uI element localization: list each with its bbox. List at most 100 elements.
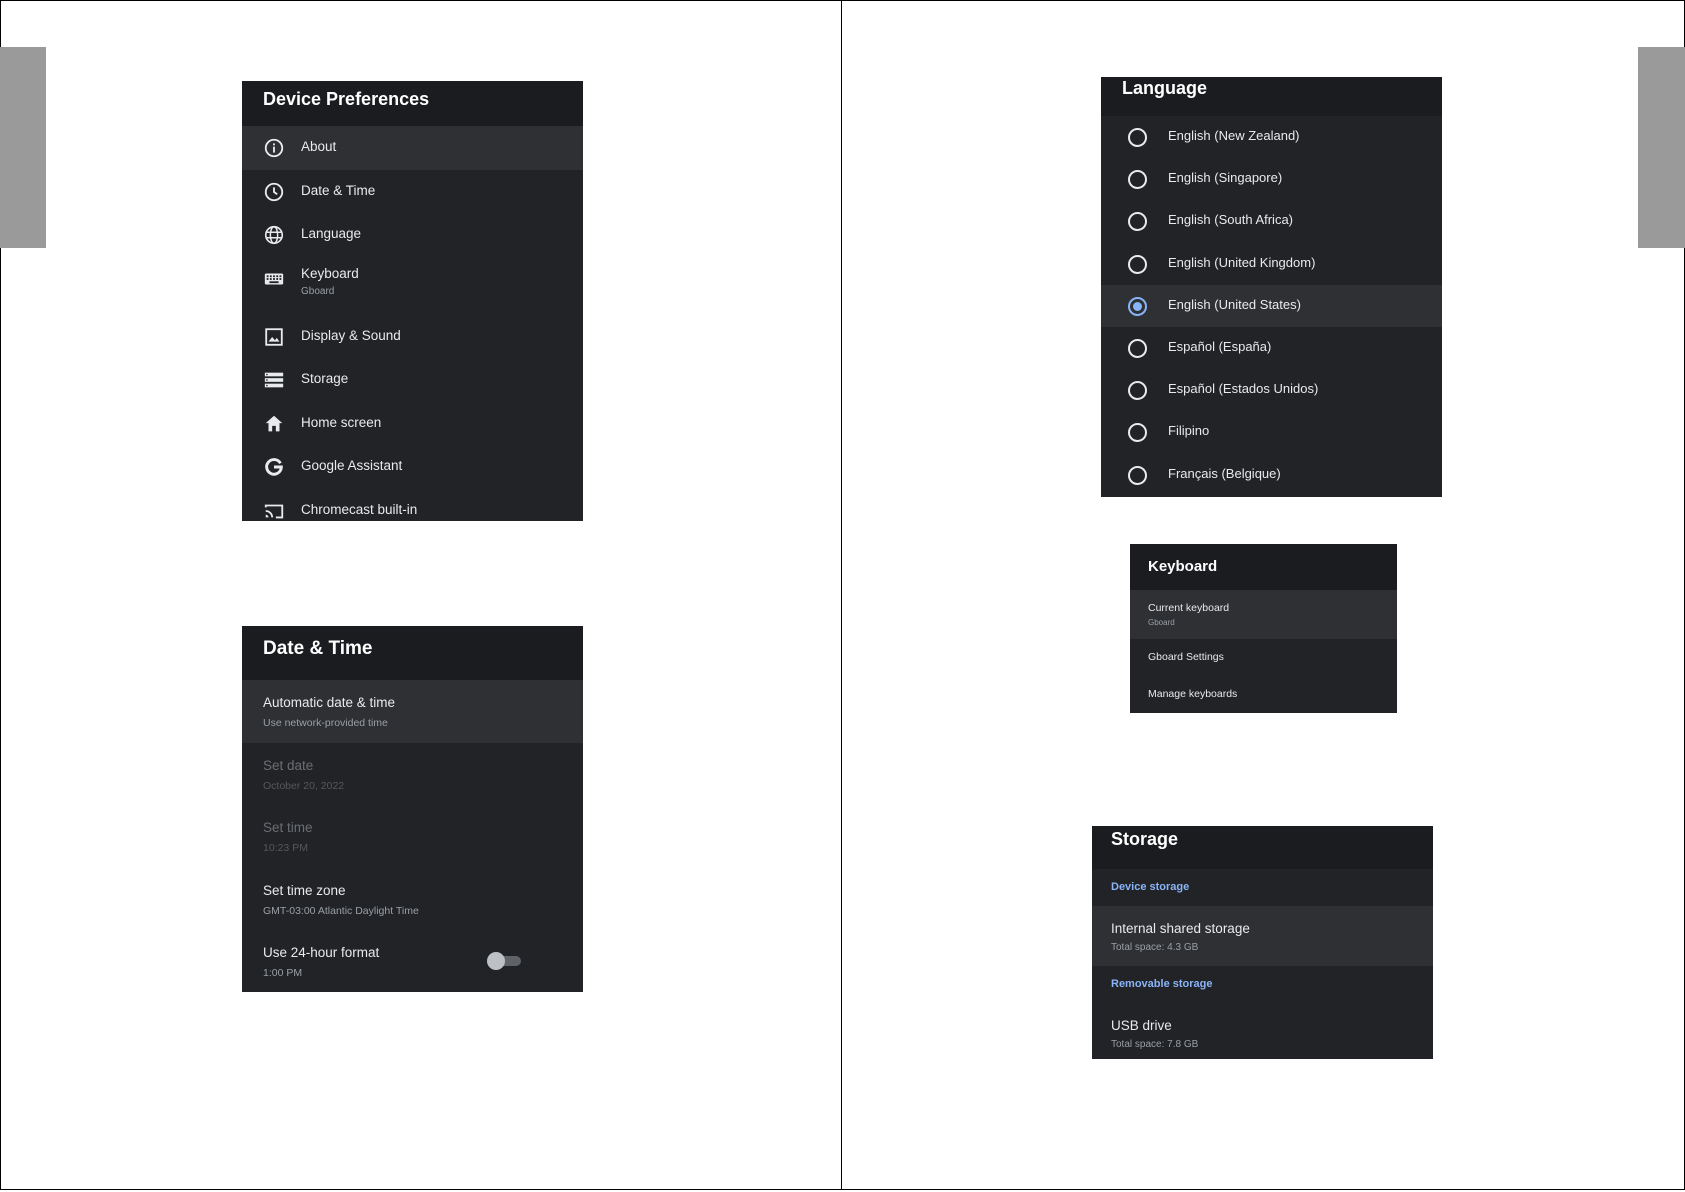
- manage-keyboards-item[interactable]: Manage keyboards: [1130, 676, 1397, 713]
- menu-item-label: Keyboard: [301, 265, 359, 281]
- language-option[interactable]: English (South Africa): [1101, 200, 1442, 242]
- language-option[interactable]: Español (España): [1101, 327, 1442, 369]
- item-sublabel: GMT-03:00 Atlantic Daylight Time: [263, 904, 419, 917]
- clock-icon: [264, 182, 284, 201]
- item-label: Manage keyboards: [1148, 688, 1238, 700]
- language-option-label: Filipino: [1168, 423, 1210, 439]
- language-list: English (New Zealand) English (Singapore)…: [1101, 116, 1442, 496]
- google-icon: [265, 458, 283, 476]
- item-label: Automatic date & time: [263, 695, 396, 710]
- language-panel: Language English (New Zealand) English (S…: [1101, 77, 1442, 497]
- menu-item-about[interactable]: About: [242, 126, 583, 170]
- language-option[interactable]: Español (Estados Unidos): [1101, 369, 1442, 411]
- item-label: Internal shared storage: [1111, 921, 1250, 936]
- item-label: Use 24-hour format: [263, 945, 380, 960]
- item-label: Set time zone: [263, 882, 346, 898]
- menu-item-home-screen[interactable]: Home screen: [242, 402, 583, 446]
- language-option-label: Español (España): [1168, 338, 1272, 354]
- menu-item-label: Date & Time: [301, 182, 376, 198]
- menu-item-label: Chromecast built-in: [301, 501, 418, 517]
- menu-item-chromecast[interactable]: Chromecast built-in: [242, 489, 583, 522]
- language-option-label: English (New Zealand): [1168, 128, 1300, 143]
- set-date-item: Set date October 20, 2022: [242, 743, 583, 806]
- storage-icon: [264, 372, 284, 388]
- menu-item-language[interactable]: Language: [242, 213, 583, 257]
- device-preferences-panel: Device Preferences About Date & Time Lan…: [242, 81, 583, 521]
- radio-icon[interactable]: [1128, 338, 1147, 358]
- item-label: Set date: [263, 757, 314, 773]
- menu-item-label: Home screen: [301, 414, 382, 430]
- item-sublabel: October 20, 2022: [263, 779, 345, 792]
- item-sublabel: Use network-provided time: [263, 717, 388, 729]
- cast-icon: [264, 504, 284, 518]
- info-icon: [264, 138, 284, 158]
- language-option-label: English (South Africa): [1168, 212, 1294, 228]
- language-option[interactable]: Filipino: [1101, 411, 1442, 453]
- internal-shared-storage-item[interactable]: Internal shared storage Total space: 4.3…: [1092, 906, 1433, 966]
- menu-item-display-sound[interactable]: Display & Sound: [242, 315, 583, 359]
- item-label: Set time: [263, 820, 313, 835]
- device-storage-section: Device storage: [1111, 881, 1190, 893]
- keyboard-panel: Keyboard Current keyboard Gboard Gboard …: [1130, 544, 1397, 713]
- date-time-panel: Date & Time Automatic date & time Use ne…: [242, 626, 583, 992]
- toggle-knob: [487, 952, 505, 970]
- language-option-label: English (United States): [1168, 296, 1301, 312]
- radio-selected-icon[interactable]: [1128, 296, 1147, 316]
- language-option-label: English (United Kingdom): [1168, 254, 1316, 270]
- storage-panel: Storage Device storage Internal shared s…: [1092, 826, 1433, 1059]
- use-24-hour-format-item[interactable]: Use 24-hour format 1:00 PM: [242, 930, 583, 992]
- left-page-tab: [0, 47, 46, 248]
- removable-storage-section: Removable storage: [1111, 978, 1213, 990]
- keyboard-icon: [264, 273, 284, 284]
- menu-item-storage[interactable]: Storage: [242, 358, 583, 402]
- right-page-tab: [1638, 47, 1685, 248]
- set-time-zone-item[interactable]: Set time zone GMT-03:00 Atlantic Dayligh…: [242, 868, 583, 931]
- storage-title: Storage: [1092, 826, 1433, 869]
- device-preferences-title: Device Preferences: [242, 81, 583, 126]
- radio-icon[interactable]: [1128, 128, 1147, 147]
- menu-item-label: Storage: [301, 371, 349, 386]
- item-label: Current keyboard: [1148, 602, 1230, 614]
- radio-icon[interactable]: [1128, 170, 1147, 190]
- keyboard-title: Keyboard: [1130, 544, 1397, 590]
- 24-hour-toggle[interactable]: [487, 952, 521, 970]
- language-title: Language: [1101, 77, 1442, 116]
- language-option[interactable]: English (United Kingdom): [1101, 243, 1442, 285]
- item-label: Gboard Settings: [1148, 651, 1224, 663]
- item-sublabel: Total space: 4.3 GB: [1111, 942, 1199, 953]
- menu-item-label: Google Assistant: [301, 458, 403, 473]
- menu-item-keyboard[interactable]: Keyboard Gboard: [242, 257, 583, 315]
- radio-icon[interactable]: [1128, 212, 1147, 232]
- image-icon: [265, 327, 283, 346]
- menu-item-label: About: [301, 139, 337, 154]
- language-option[interactable]: English (United States): [1101, 284, 1442, 327]
- set-time-item: Set time 10:23 PM: [242, 805, 583, 868]
- usb-drive-item[interactable]: USB drive Total space: 7.8 GB: [1092, 1003, 1433, 1059]
- language-option[interactable]: Français (Belgique): [1101, 454, 1442, 496]
- menu-item-label: Display & Sound: [301, 327, 401, 343]
- item-sublabel: Gboard: [1148, 618, 1175, 627]
- automatic-date-time-item[interactable]: Automatic date & time Use network-provid…: [242, 680, 583, 743]
- gboard-settings-item[interactable]: Gboard Settings: [1130, 639, 1397, 676]
- language-option-label: Español (Estados Unidos): [1168, 381, 1319, 397]
- globe-icon: [264, 225, 284, 245]
- current-keyboard-item[interactable]: Current keyboard Gboard: [1130, 590, 1397, 639]
- radio-icon[interactable]: [1128, 254, 1147, 274]
- menu-item-sublabel: Gboard: [301, 285, 335, 297]
- radio-icon[interactable]: [1128, 381, 1147, 401]
- menu-item-google-assistant[interactable]: Google Assistant: [242, 445, 583, 489]
- item-label: USB drive: [1111, 1018, 1172, 1033]
- item-sublabel: 1:00 PM: [263, 967, 303, 979]
- language-option-label: Français (Belgique): [1168, 465, 1281, 481]
- radio-icon[interactable]: [1128, 423, 1147, 443]
- language-option[interactable]: English (New Zealand): [1101, 116, 1442, 158]
- item-sublabel: 10:23 PM: [263, 842, 308, 854]
- home-icon: [265, 415, 283, 431]
- item-sublabel: Total space: 7.8 GB: [1111, 1039, 1199, 1050]
- language-option-label: English (Singapore): [1168, 170, 1283, 186]
- menu-item-date-time[interactable]: Date & Time: [242, 170, 583, 214]
- language-option[interactable]: English (Singapore): [1101, 158, 1442, 200]
- date-time-title: Date & Time: [242, 626, 583, 680]
- menu-item-label: Language: [301, 226, 362, 241]
- radio-icon[interactable]: [1128, 465, 1147, 485]
